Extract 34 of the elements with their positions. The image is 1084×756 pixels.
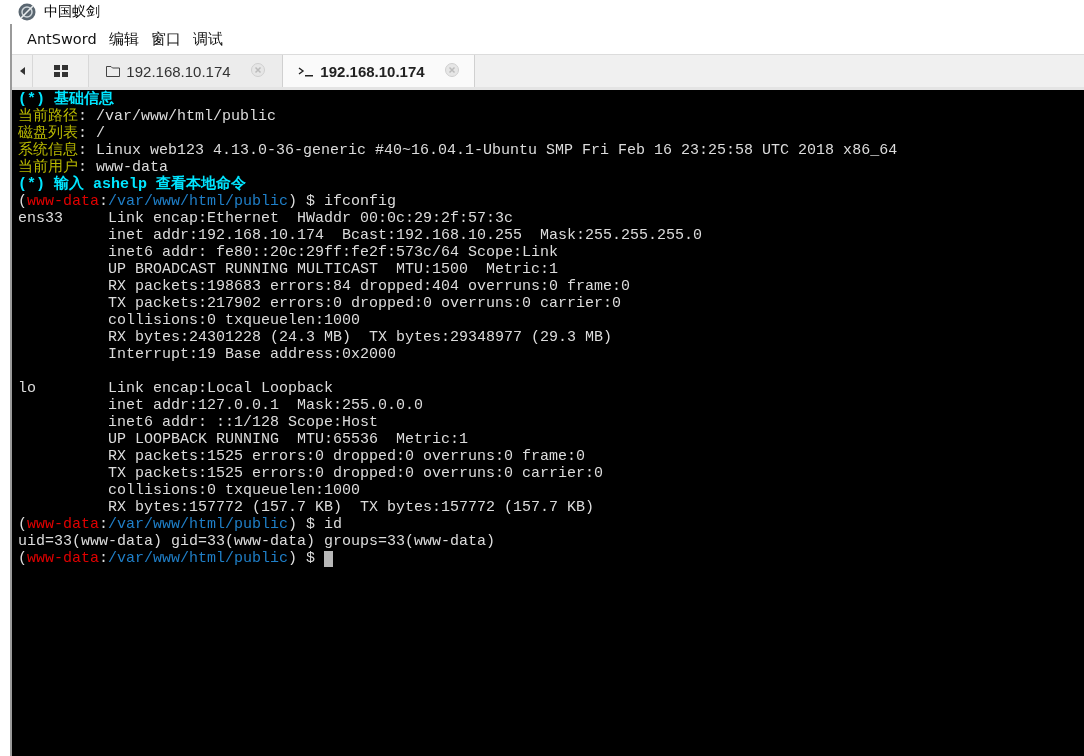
terminal-line: (www-data:/var/www/html/public) $ id [18,516,343,533]
terminal-line: (www-data:/var/www/html/public) $ ifconfig [18,193,397,210]
terminal-line: inet6 addr: ::1/128 Scope:Host [107,414,379,431]
menu-item[interactable]: 调试 [186,29,229,49]
terminal-line: 当前路径: /var/www/html/public [18,108,277,125]
menu-item[interactable]: AntSword [21,31,103,47]
terminal-line: inet addr:127.0.0.1 Mask:255.0.0.0 [107,397,424,414]
terminal-line: 当前用户: www-data [18,159,168,176]
terminal-line: UP LOOPBACK RUNNING MTU:65536 Metric:1 [107,431,469,448]
terminal-line: RX bytes:157772 (157.7 KB) TX bytes:157772 (157.7 KB) [107,499,595,516]
terminal-line: TX packets:1525 errors:0 dropped:0 overruns:0 carrier:0 [107,465,604,482]
terminal-line: RX packets:198683 errors:84 dropped:404 overruns:0 frame:0 [107,278,631,295]
terminal-line: ens33 Link encap:Ethernet HWaddr 00:0c:29:2f:57:3c [18,210,514,227]
terminal-line: uid=33(www-data) gid=33(www-data) groups=33(www-data) [18,533,496,550]
terminal-line: (*) 基础信息 [18,91,114,108]
terminal-line: inet addr:192.168.10.174 Bcast:192.168.10.255 Mask:255.255.255.0 [107,227,703,244]
terminal-line: TX packets:217902 errors:0 dropped:0 overruns:0 carrier:0 [107,295,622,312]
terminal-line: RX bytes:24301228 (24.3 MB) TX bytes:29348977 (29.3 MB) [107,329,613,346]
terminal-line: UP BROADCAST RUNNING MULTICAST MTU:1500 Metric:1 [107,261,559,278]
terminal-line: 系统信息: Linux web123 4.13.0-36-generic #40~16.04.1-Ubuntu SMP Fri Feb 16 23:25:58 UTC 2018 x86_64 [18,142,898,159]
terminal-line: collisions:0 txqueuelen:1000 [107,312,361,329]
tab[interactable]: 192.168.10.174 [89,55,283,87]
terminal-line: inet6 addr: fe80::20c:29ff:fe2f:573c/64 Scope:Link [107,244,559,261]
terminal-line: collisions:0 txqueuelen:1000 [107,482,361,499]
terminal-line: Interrupt:19 Base address:0x2000 [107,346,397,363]
terminal-line: 磁盘列表: / [18,125,105,142]
terminal-line: lo Link encap:Local Loopback [18,380,334,397]
tab[interactable]: 192.168.10.174 [283,55,475,87]
terminal-line: (*) 输入 ashelp 查看本地命令 [18,176,247,193]
terminal-line: RX packets:1525 errors:0 dropped:0 overruns:0 frame:0 [107,448,586,465]
menu-item[interactable]: 编辑 [102,29,145,49]
menu-item[interactable]: 窗口 [144,29,187,49]
window-title: 中国蚁剑 [44,3,100,21]
terminal-line: (www-data:/var/www/html/public) $ [18,550,317,567]
